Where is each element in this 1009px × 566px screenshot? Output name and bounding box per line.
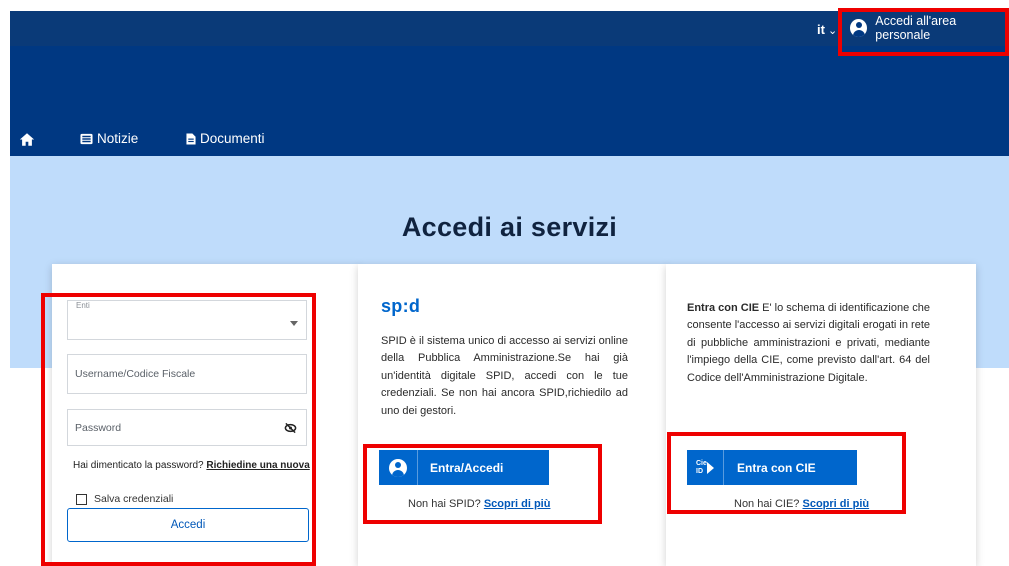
home-icon[interactable] [19,132,35,147]
nav-item-documenti[interactable]: Documenti [186,131,265,146]
cie-login-label: Entra con CIE [737,460,816,475]
username-field[interactable] [67,354,307,394]
spid-discover-link[interactable]: Scopri di più [484,498,551,510]
remember-credentials[interactable]: Salva credenziali [76,493,173,505]
cie-description: Entra con CIE E' lo schema di identifica… [687,300,930,387]
document-icon [186,133,196,144]
cie-description-text: E' lo schema di identificazione che cons… [687,302,930,384]
chevron-down-icon: ⌄ [827,25,838,37]
main-nav: Notizie Documenti [10,128,1009,152]
nav-item-notizie[interactable]: Notizie [80,131,138,146]
cie-id-icon: Cie ID [695,458,715,478]
button-separator [723,450,724,485]
enti-select[interactable]: Enti [67,300,307,340]
personal-area-label: Accedi all'area personale [875,14,957,42]
cie-no-account: Non hai CIE? [734,498,800,510]
eye-slash-icon[interactable] [284,422,297,434]
chevron-down-icon [290,321,298,326]
user-avatar-icon [850,19,868,37]
forgot-password-text: Hai dimenticato la password? Richiedine … [73,460,310,471]
language-selector[interactable]: it ⌄ [817,22,837,37]
remember-checkbox[interactable] [76,493,87,505]
cie-discover-link[interactable]: Scopri di più [803,498,870,510]
spid-icon-wrap [379,450,417,485]
username-input[interactable] [68,355,306,393]
spid-login-label: Entra/Accedi [430,460,504,475]
personal-area-button[interactable]: Accedi all'area personale [850,14,1009,42]
language-code: it [817,22,825,37]
cie-lead: Entra con CIE [687,302,760,314]
spid-no-account: Non hai SPID? [408,498,481,510]
spid-logo: sp:d [381,296,421,316]
top-white-strip [0,0,1009,11]
user-icon [389,458,407,477]
password-input[interactable] [68,410,306,445]
spid-login-button[interactable]: Entra/Accedi [379,450,549,485]
page-title: Accedi ai servizi [401,212,618,242]
nav-label-notizie: Notizie [97,131,139,146]
cie-login-button[interactable]: Cie ID Entra con CIE [687,450,857,485]
forgot-password-label: Hai dimenticato la password? [73,460,204,471]
nav-label-documenti: Documenti [200,131,265,146]
forgot-password-link[interactable]: Richiedine una nuova [206,460,309,471]
spid-discover-text: Non hai SPID? Scopri di più [408,498,550,510]
login-button[interactable]: Accedi [67,508,309,542]
spid-description: SPID è il sistema unico di accesso ai se… [381,335,628,417]
button-separator [417,450,418,485]
cie-discover-text: Non hai CIE? Scopri di più [734,498,869,510]
password-field[interactable] [67,409,307,446]
newspaper-icon [80,133,93,144]
enti-label: Enti [76,301,90,310]
remember-label: Salva credenziali [94,493,174,505]
cie-icon-wrap: Cie ID [687,450,723,485]
